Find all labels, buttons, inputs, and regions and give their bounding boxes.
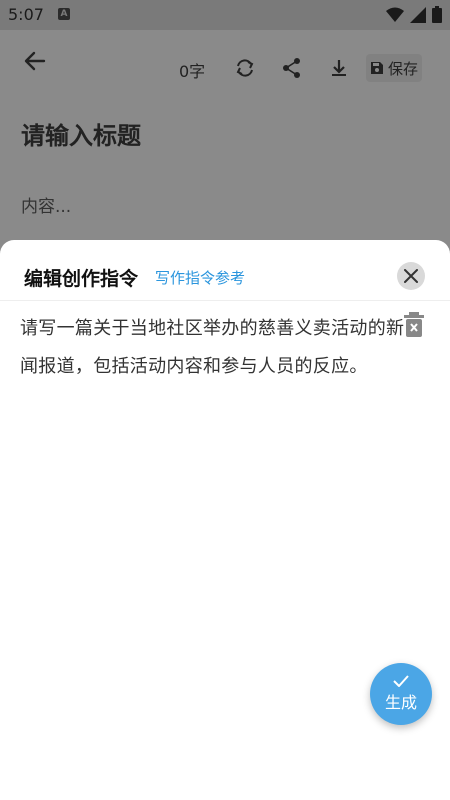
- wifi-icon: [386, 7, 404, 22]
- save-button[interactable]: 保存: [366, 54, 423, 82]
- save-disk-icon: [371, 62, 383, 74]
- share-icon[interactable]: [280, 56, 304, 80]
- check-icon: [393, 675, 409, 687]
- close-icon: [404, 269, 418, 283]
- status-time: 5:07: [8, 5, 44, 24]
- char-count: 0字: [179, 62, 206, 81]
- title-input[interactable]: 请输入标题: [21, 116, 141, 151]
- writing-reference-link[interactable]: 写作指令参考: [155, 267, 245, 288]
- sheet-header: 编辑创作指令 写作指令参考: [0, 240, 450, 301]
- status-bar: 5:07 A: [0, 0, 450, 30]
- clear-delete-icon[interactable]: [403, 312, 425, 338]
- status-icons: [386, 6, 442, 23]
- notification-app-icon: A: [58, 8, 70, 20]
- sync-icon[interactable]: [233, 56, 257, 80]
- battery-icon: [432, 6, 442, 23]
- save-label: 保存: [388, 59, 419, 78]
- back-arrow-icon[interactable]: [20, 46, 50, 76]
- sheet-title: 编辑创作指令: [24, 268, 139, 290]
- download-icon[interactable]: [327, 56, 351, 80]
- generate-button[interactable]: 生成: [370, 663, 432, 725]
- close-button[interactable]: [397, 262, 425, 290]
- prompt-textarea[interactable]: 请写一篇关于当地社区举办的慈善义卖活动的新闻报道，包括活动内容和参与人员的反应。: [20, 310, 410, 386]
- content-input[interactable]: 内容...: [21, 192, 71, 217]
- signal-icon: [410, 6, 426, 23]
- generate-label: 生成: [384, 693, 417, 712]
- editor-toolbar: 0字 保存: [0, 30, 450, 100]
